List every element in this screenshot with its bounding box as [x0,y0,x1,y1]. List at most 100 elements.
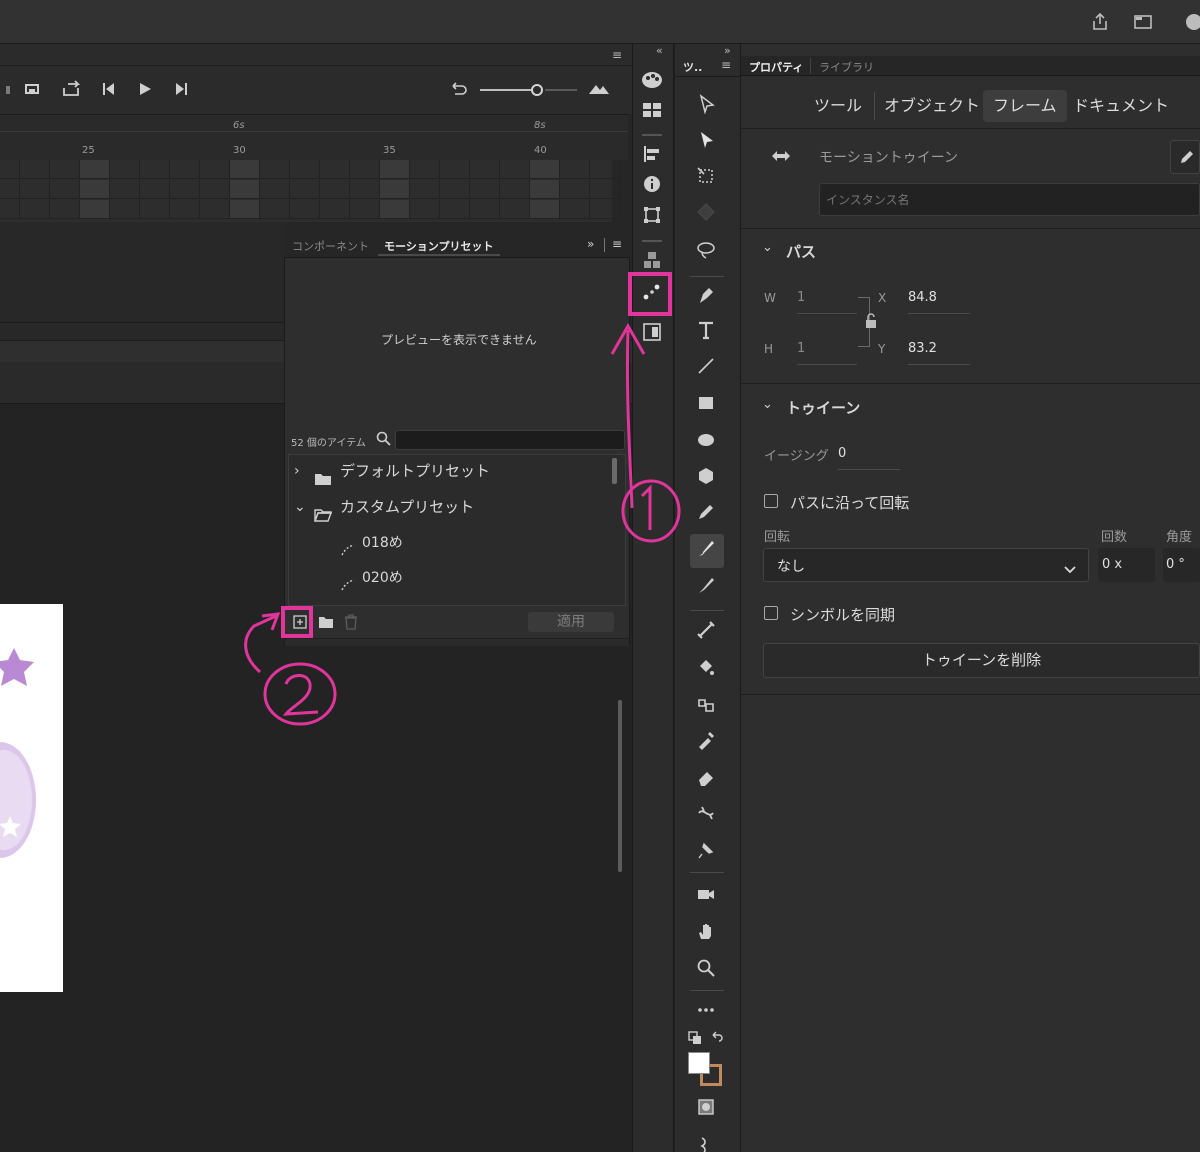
collapse-right-icon[interactable]: » [724,44,731,57]
frame-cell[interactable] [500,200,530,219]
angle-field[interactable]: 0 ° [1163,548,1200,582]
tools-tab[interactable]: ツ.. [683,59,702,75]
frame-cell[interactable] [560,200,590,219]
frame-cell[interactable] [410,160,440,179]
frame-cell[interactable] [50,200,80,219]
frame-cell[interactable] [440,200,470,219]
tab-motion-presets[interactable]: モーションプリセット [384,238,493,254]
hand-tool-icon[interactable] [694,921,718,945]
frame-cell[interactable] [170,180,200,199]
frame-cell[interactable] [440,160,470,179]
frame-cell[interactable] [110,180,140,199]
eyedropper-tool-icon[interactable] [694,730,718,754]
frame-cell[interactable] [410,180,440,199]
frame-cell[interactable] [560,180,590,199]
frame-cell[interactable] [80,200,110,219]
frame-cell[interactable] [290,160,320,179]
export-frame-icon[interactable] [60,80,82,100]
chevron-down-icon[interactable]: ⌄ [762,240,773,255]
line-tool-icon[interactable] [694,356,718,380]
frame-cell[interactable] [50,180,80,199]
count-field[interactable]: 0 x [1098,548,1155,582]
frame-cell[interactable] [140,180,170,199]
edit-tween-button[interactable] [1170,140,1200,174]
frame-cell[interactable] [590,180,620,199]
play-icon[interactable] [134,80,156,100]
frame-cell[interactable] [20,200,50,219]
frame-cell[interactable] [530,180,560,199]
3d-rotation-tool-icon[interactable] [694,202,718,226]
frame-cell[interactable] [0,160,20,179]
pin-tool-icon[interactable] [694,840,718,864]
frame-cell[interactable] [530,200,560,219]
no-color-icon[interactable] [694,1097,718,1121]
frame-cell[interactable] [230,200,260,219]
paint-bucket-tool-icon[interactable] [694,658,718,682]
frame-cell[interactable] [440,180,470,199]
w-value[interactable]: 1 [797,290,805,305]
tab-properties[interactable]: プロパティ [749,59,803,75]
snap-to-objects-icon[interactable] [694,1134,718,1152]
user-avatar-icon[interactable] [1184,12,1200,32]
frame-cell[interactable] [500,180,530,199]
loop-icon[interactable] [21,80,43,100]
brush-tool-icon[interactable] [694,576,718,600]
frame-cell[interactable] [20,160,50,179]
zoom-slider-track[interactable] [480,89,532,91]
sync-symbols-checkbox[interactable] [764,606,778,620]
pencil-tool-icon[interactable] [694,502,718,526]
frame-cell[interactable] [530,160,560,179]
fit-mountain-icon[interactable] [588,80,610,100]
frame-cell[interactable] [260,180,290,199]
undo-icon[interactable] [448,80,470,100]
components-icon[interactable] [640,250,664,274]
pen-tool-icon[interactable] [694,285,718,309]
orient-to-path-checkbox[interactable] [764,494,778,508]
timeline-ruler[interactable]: 6s 8s 25 30 35 40 [0,114,628,160]
frame-cell[interactable] [50,160,80,179]
tab-library[interactable]: ライブラリ [819,59,874,75]
panel-menu-icon[interactable]: ≡ [721,58,731,72]
frame-cell[interactable] [0,180,20,199]
swatches-icon[interactable] [640,101,664,125]
free-transform-tool-icon[interactable] [694,166,718,190]
rectangle-tool-icon[interactable] [694,393,718,417]
info-icon[interactable] [640,174,664,198]
fill-color-swatch[interactable] [688,1052,710,1074]
y-value[interactable]: 83.2 [908,341,937,356]
ctrl-icon-partial[interactable] [0,80,22,100]
frame-cell[interactable] [290,200,320,219]
align-icon[interactable] [640,144,664,168]
frame-cell[interactable] [80,160,110,179]
step-forward-icon[interactable] [170,80,192,100]
frame-cell[interactable] [290,180,320,199]
camera-tool-icon[interactable] [694,884,718,908]
frame-cell[interactable] [470,160,500,179]
step-back-icon[interactable] [98,80,120,100]
frame-cell[interactable] [380,160,410,179]
frame-cell[interactable] [320,160,350,179]
frame-cell[interactable] [320,200,350,219]
share-icon[interactable] [1090,12,1110,32]
frame-cell[interactable] [500,160,530,179]
collapse-panel-icon[interactable]: » [587,237,594,251]
zoom-tool-icon[interactable] [694,958,718,982]
frame-cell[interactable] [320,180,350,199]
paint-brush-tool-icon[interactable] [694,538,718,562]
tab-components[interactable]: コンポーネント [292,238,369,254]
oval-tool-icon[interactable] [694,430,718,454]
instance-name-input[interactable] [819,183,1200,216]
reset-colors-icon[interactable] [710,1030,724,1049]
more-tools-icon[interactable] [694,1000,718,1024]
frame-cell[interactable] [350,160,380,179]
frame-cell[interactable] [200,160,230,179]
frame-cell[interactable] [380,200,410,219]
x-value[interactable]: 84.8 [908,290,937,305]
frame-cell[interactable] [470,200,500,219]
lasso-tool-icon[interactable] [694,240,718,264]
subtab-frame[interactable]: フレーム [983,90,1067,122]
frame-cell[interactable] [0,200,20,219]
frame-cell[interactable] [380,180,410,199]
subselection-tool-icon[interactable] [694,130,718,154]
frame-cell[interactable] [110,160,140,179]
